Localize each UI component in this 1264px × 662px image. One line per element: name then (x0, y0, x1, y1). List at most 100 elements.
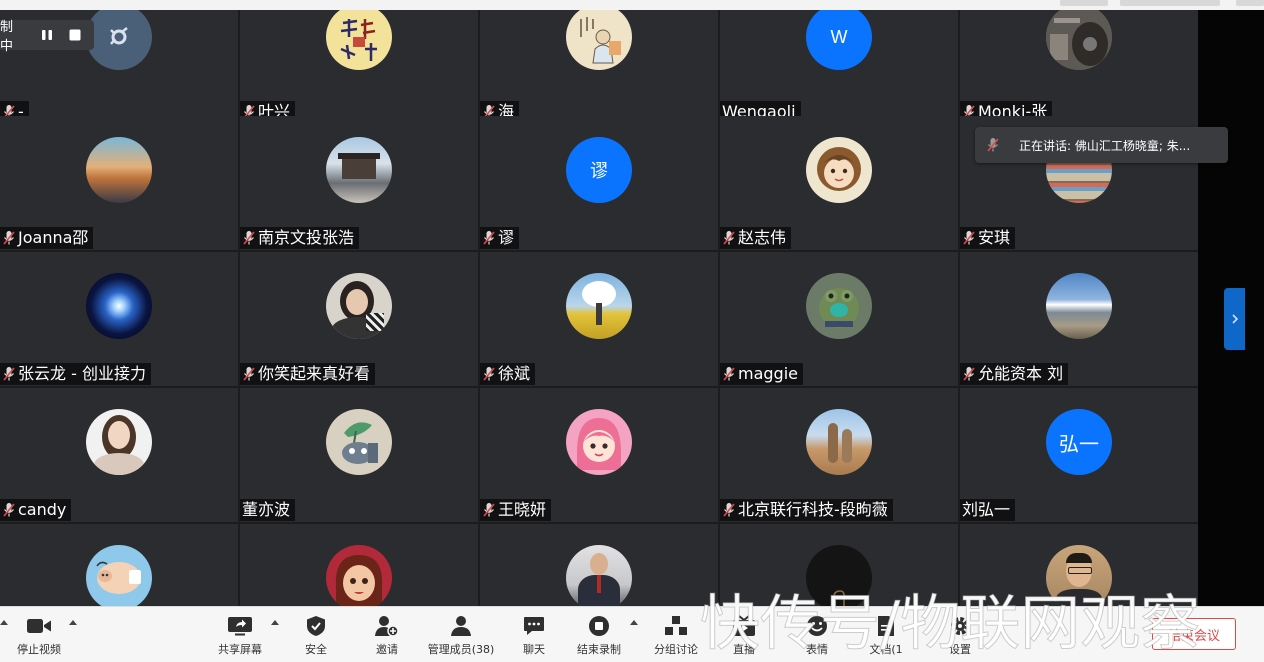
participant-avatar (86, 409, 152, 475)
participant-tile[interactable]: 赵志伟 (720, 116, 958, 250)
participant-name: 安琪 (978, 228, 1011, 247)
security-label: 安全 (305, 643, 327, 656)
participant-tile[interactable] (240, 524, 478, 606)
stop-video-label: 停止视频 (17, 643, 61, 656)
manage-members-button[interactable]: 管理成员(38) (420, 607, 502, 662)
participant-avatar (566, 409, 632, 475)
participant-avatar (566, 545, 632, 606)
end-meeting-button[interactable]: 结束会议 (1152, 618, 1236, 650)
reactions-button[interactable]: 表情 (797, 607, 837, 662)
participant-name-bar: 张云龙 - 创业接力 (0, 363, 151, 385)
participant-name: 赵志伟 (738, 228, 787, 247)
share-screen-button[interactable]: 共享屏幕 (212, 607, 268, 662)
mic-muted-icon (483, 231, 495, 245)
participant-avatar: 弘一 (1046, 409, 1112, 475)
gear-icon (951, 617, 969, 635)
participant-tile[interactable]: 徐斌 (480, 252, 718, 386)
record-stop-icon (589, 616, 609, 636)
caret-up-icon[interactable] (0, 620, 8, 625)
participant-avatar (566, 10, 632, 70)
mic-muted-icon (3, 503, 15, 517)
participant-avatar (326, 409, 392, 475)
participant-tile[interactable]: 北京联行科技-段昫薇 (720, 388, 958, 522)
expand-side-panel-button[interactable] (1224, 288, 1245, 350)
participant-tile[interactable]: W Wengaoli (720, 10, 958, 124)
caret-up-icon[interactable] (630, 620, 638, 625)
document-icon (878, 616, 894, 636)
participant-avatar (86, 273, 152, 339)
participant-tile[interactable]: 弘一刘弘一 (960, 388, 1198, 522)
participant-name-bar: 北京联行科技-段昫薇 (720, 499, 893, 521)
invite-button[interactable]: 邀请 (365, 607, 409, 662)
mic-muted-icon (723, 231, 735, 245)
window-control[interactable] (1120, 0, 1220, 6)
participant-tile[interactable] (0, 524, 238, 606)
window-control[interactable] (1060, 0, 1108, 6)
participant-tile[interactable]: Joanna邵 (0, 116, 238, 250)
participant-name-bar: 王晓妍 (480, 499, 552, 521)
participant-tile[interactable]: 王晓妍 (480, 388, 718, 522)
participant-avatar: 谬 (566, 137, 632, 203)
participant-tile[interactable]: 你笑起来真好看 (240, 252, 478, 386)
participant-avatar (86, 137, 152, 203)
pause-icon (42, 30, 52, 40)
participant-name-bar: 安琪 (960, 227, 1016, 249)
mic-muted-icon (723, 503, 735, 517)
mic-muted-icon (483, 503, 495, 517)
caret-up-icon[interactable] (69, 620, 77, 625)
participant-name: 徐斌 (498, 364, 531, 383)
security-button[interactable]: 安全 (294, 607, 338, 662)
participant-name: 南京文投张浩 (258, 228, 355, 247)
meeting-toolbar: 停止视频 共享屏幕 安全 邀请 管理成员(38) 聊天 结束录制 分组讨论 直播… (0, 606, 1264, 662)
participant-tile[interactable]: Monki-张 (960, 10, 1198, 124)
mic-muted-icon (963, 231, 975, 245)
end-recording-button[interactable]: 结束录制 (572, 607, 626, 662)
shield-icon (307, 616, 325, 636)
participant-avatar (806, 545, 872, 606)
caret-up-icon[interactable] (271, 620, 279, 625)
smiley-icon (807, 616, 827, 636)
participant-name-bar: candy (0, 499, 72, 521)
recording-indicator: 制中 (0, 20, 94, 54)
participant-name-bar: maggie (720, 363, 803, 385)
participant-name-bar: 谬 (480, 227, 520, 249)
chevron-right-icon (1231, 314, 1238, 324)
window-control[interactable] (1236, 0, 1264, 6)
participant-tile[interactable] (960, 524, 1198, 606)
documents-button[interactable]: 文档(1 (864, 607, 908, 662)
chat-bubble-icon (524, 617, 544, 635)
participant-name: 王晓妍 (498, 500, 547, 519)
stop-video-button[interactable]: 停止视频 (12, 607, 66, 662)
participant-tile[interactable]: 叶兴 (240, 10, 478, 124)
participant-tile[interactable] (480, 524, 718, 606)
participant-tile[interactable]: 允能资本 刘 (960, 252, 1198, 386)
participant-tile[interactable]: 海 (480, 10, 718, 124)
participant-tile[interactable]: 谬谬 (480, 116, 718, 250)
participant-name: 刘弘一 (962, 500, 1011, 519)
chat-button[interactable]: 聊天 (514, 607, 554, 662)
settings-button[interactable]: 设置 (940, 607, 980, 662)
stop-recording-button[interactable] (62, 20, 88, 50)
participant-avatar (326, 545, 392, 606)
participant-tile[interactable] (720, 524, 958, 606)
participant-tile[interactable]: 张云龙 - 创业接力 (0, 252, 238, 386)
mic-muted-icon (3, 367, 15, 381)
participant-tile[interactable]: 董亦波 (240, 388, 478, 522)
end-meeting-label: 结束会议 (1167, 628, 1220, 644)
participant-avatar (806, 137, 872, 203)
live-stream-button[interactable]: 直播 (724, 607, 764, 662)
breakout-rooms-button[interactable]: 分组讨论 (648, 607, 704, 662)
active-speaker-toast: 正在讲话: 佛山汇工杨晓童; 朱... (975, 127, 1228, 163)
mic-muted-icon (243, 367, 255, 381)
participant-name-bar: 你笑起来真好看 (240, 363, 376, 385)
participant-name: Joanna邵 (18, 228, 89, 247)
participant-name: 董亦波 (242, 500, 291, 519)
participant-tile[interactable]: 南京文投张浩 (240, 116, 478, 250)
manage-members-label: 管理成员(38) (427, 643, 495, 656)
participant-tile[interactable]: maggie (720, 252, 958, 386)
participant-avatar (1046, 10, 1112, 70)
participant-avatar (326, 273, 392, 339)
participant-tile[interactable]: candy (0, 388, 238, 522)
pause-recording-button[interactable] (32, 20, 62, 50)
participant-avatar (86, 10, 152, 70)
